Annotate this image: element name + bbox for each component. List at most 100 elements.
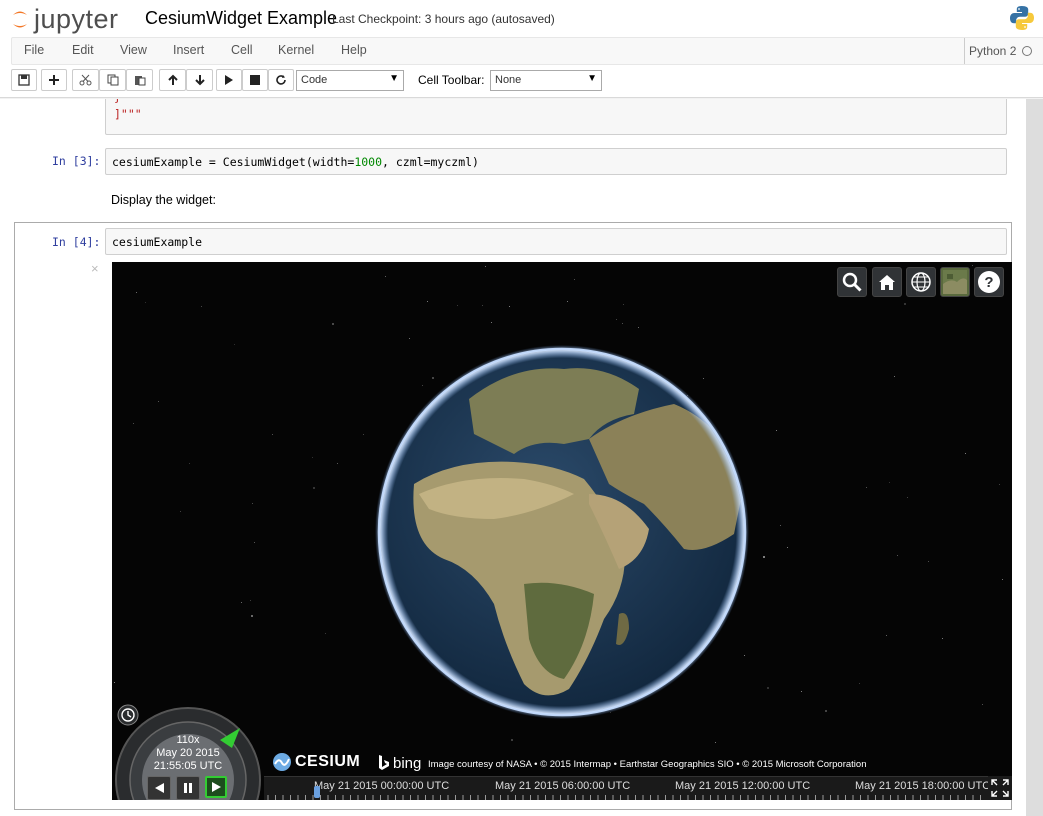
star [409,338,410,339]
jupyter-logo-text: jupyter [34,3,119,34]
star [763,556,765,558]
star [715,742,716,743]
scene-mode-button[interactable] [906,267,936,297]
star [385,276,386,277]
code-line: cesiumExample [112,235,203,249]
arrow-up-icon [167,74,178,85]
restart-icon [276,75,286,85]
close-output-button[interactable]: × [91,261,99,276]
star [767,687,769,689]
svg-text:?: ? [984,274,993,291]
fullscreen-button[interactable] [988,776,1012,800]
star [201,306,202,307]
menu-edit[interactable]: Edit [72,43,94,57]
reverse-button[interactable] [147,776,171,800]
timeline[interactable]: May 21 2015 00:00:00 UTC May 21 2015 06:… [264,776,1010,800]
star [982,704,983,705]
cell-type-select[interactable]: Code ▼ [296,70,404,91]
cut-button[interactable] [72,69,99,91]
python-logo-icon [1010,6,1034,30]
cell-toolbar-select[interactable]: None ▼ [490,70,602,91]
star [250,600,251,601]
timeline-label: May 21 2015 00:00:00 UTC [314,780,450,792]
star [801,691,802,692]
notebook-name[interactable]: CesiumWidget Example [145,8,337,29]
menu-view[interactable]: View [120,43,147,57]
bing-logo-icon [379,755,389,770]
move-down-button[interactable] [186,69,213,91]
star [312,457,313,458]
code-cell-previous[interactable]: } ]""" [105,99,1007,135]
help-button[interactable]: ? [974,267,1004,297]
star [622,323,623,324]
cut-icon [79,74,92,86]
star [272,434,273,435]
star [180,511,181,512]
restart-button[interactable] [268,69,294,91]
star [886,635,887,636]
jupyter-logo[interactable]: jupyter [10,3,119,35]
star [825,710,827,712]
animation-time: 21:55:05 UTC [153,760,223,772]
pause-button[interactable] [176,776,200,800]
star [942,638,943,639]
star [907,497,908,498]
star [897,555,898,556]
chevron-down-icon: ▼ [389,73,399,84]
star [787,547,788,548]
star [511,739,513,741]
star [158,401,159,402]
animation-date: May 20 2015 [156,747,220,759]
run-button[interactable] [216,69,242,91]
arrow-down-icon [194,75,205,86]
plus-icon [49,75,59,85]
play-button[interactable] [205,776,227,798]
home-button[interactable] [872,267,902,297]
copy-button[interactable] [99,69,126,91]
move-up-button[interactable] [159,69,186,91]
help-icon: ? [978,271,1000,293]
scrollbar[interactable] [1026,99,1043,816]
menu-cell[interactable]: Cell [231,43,253,57]
paste-button[interactable] [126,69,153,91]
star [241,602,242,603]
animation-speed: 110x [176,734,200,746]
timeline-label: May 21 2015 18:00:00 UTC [855,780,991,792]
star [457,305,458,306]
star [491,322,492,323]
star [616,319,617,320]
code-line: ]""" [114,107,142,121]
star [136,292,137,293]
interrupt-button[interactable] [242,69,268,91]
star [482,305,483,306]
menu-insert[interactable]: Insert [173,43,204,57]
cell-toolbar-label: Cell Toolbar: [418,73,485,87]
clock-icon[interactable] [117,704,139,726]
cesium-viewer[interactable]: ? 110x May 20 2015 21:55:05 UTC CESIUM b… [112,262,1012,800]
base-layer-picker[interactable] [940,267,970,297]
star [965,453,966,454]
code-cell-4[interactable]: cesiumExample [105,228,1007,255]
timeline-needle[interactable] [314,786,320,798]
menu-kernel[interactable]: Kernel [278,43,314,57]
menu-file[interactable]: File [24,43,44,57]
geocoder-button[interactable] [837,267,867,297]
globe-icon [911,272,931,292]
star [325,633,326,634]
code-cell-3[interactable]: cesiumExample = CesiumWidget(width=1000,… [105,148,1007,175]
star [251,615,253,617]
imagery-credit: Image courtesy of NASA • © 2015 Intermap… [428,759,867,770]
star [145,302,146,303]
insert-cell-button[interactable] [41,69,67,91]
play-icon [212,782,221,792]
save-button[interactable] [11,69,37,91]
cesium-logo[interactable]: CESIUM [272,752,360,772]
star [427,301,428,302]
stop-icon [250,75,260,85]
code-text: cesiumExample = CesiumWidget(width= [112,155,355,169]
menu-help[interactable]: Help [341,43,367,57]
globe[interactable] [374,344,750,720]
timeline-label: May 21 2015 12:00:00 UTC [675,780,811,792]
bing-logo[interactable]: bing [378,754,421,772]
star [859,683,860,684]
